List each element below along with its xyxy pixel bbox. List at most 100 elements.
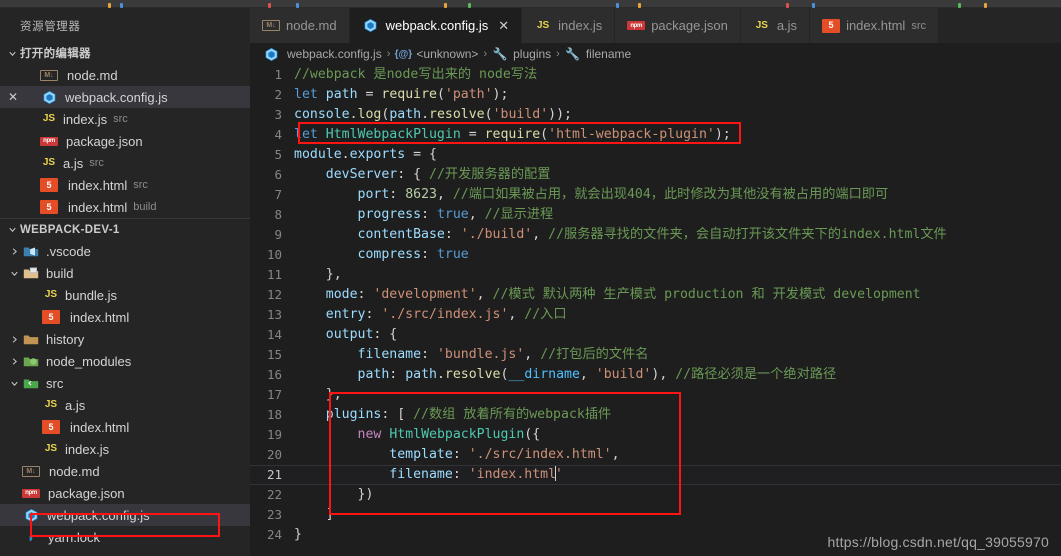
code-token: template (389, 447, 453, 462)
code-line[interactable]: 12 mode: 'development', //模式 默认两种 生产模式 p… (250, 285, 1061, 305)
code-token: )); (548, 107, 572, 122)
js-icon: JS (755, 19, 768, 31)
code-line[interactable]: 8 progress: true, //显示进程 (250, 205, 1061, 225)
js-icon: JS (42, 113, 56, 124)
tree-file[interactable]: M↓ node.md (0, 460, 250, 482)
code-editor[interactable]: 1 //webpack 是node写出来的 node写法 2 let path = r… (250, 65, 1061, 556)
folder-icon (22, 332, 40, 346)
code-line-text: let HtmlWebpackPlugin = require('html-we… (294, 125, 1061, 145)
code-token: 'bundle.js' (436, 347, 525, 362)
breadcrumb-item[interactable]: webpack.config.js (262, 46, 382, 62)
open-editor-item[interactable]: JS a.js src (0, 152, 250, 174)
editor-tab[interactable]: package.json (615, 8, 741, 43)
code-line[interactable]: 3 console.log(path.resolve('build')); (250, 105, 1061, 125)
code-token: log (357, 107, 382, 122)
tree-folder[interactable]: node_modules (0, 350, 250, 372)
open-editor-item[interactable]: 5 index.html src (0, 174, 250, 196)
code-line[interactable]: 4 let HtmlWebpackPlugin = require('html-w… (250, 125, 1061, 145)
open-editor-item[interactable]: 5 index.html build (0, 196, 250, 218)
open-editor-item[interactable]: ✕ webpack.config.js (0, 86, 250, 108)
tree-folder[interactable]: build (0, 262, 250, 284)
code-token: module (294, 147, 342, 162)
code-line[interactable]: 10 compress: true (250, 245, 1061, 265)
tree-folder[interactable]: history (0, 328, 250, 350)
explorer-title: 资源管理器 (20, 21, 81, 33)
code-token: progress (357, 207, 422, 222)
code-line[interactable]: 16 path: path.resolve(__dirname, 'build'… (250, 365, 1061, 385)
tree-file[interactable]: JS bundle.js (0, 284, 250, 306)
code-token: ( (484, 107, 493, 122)
code-token: . (421, 107, 430, 122)
editor-tab[interactable]: JS index.js (522, 8, 616, 43)
tree-item-label: node_modules (46, 353, 132, 369)
code-line[interactable]: 7 port: 8623, //端口如果被占用，就会出现404，此时修改为其他没… (250, 185, 1061, 205)
open-editor-item[interactable]: M↓ node.md (0, 64, 250, 86)
npm-icon (40, 136, 58, 146)
code-line[interactable]: 21 filename: 'index.html' (250, 465, 1061, 485)
open-editor-label: index.html (68, 199, 128, 215)
breadcrumb-item[interactable]: 🔧 filename (565, 46, 631, 62)
tree-file[interactable]: JS a.js (0, 394, 250, 416)
tree-file[interactable]: webpack.config.js (0, 504, 250, 526)
open-editor-label: webpack.config.js (65, 89, 168, 105)
tree-file[interactable]: JS index.js (0, 438, 250, 460)
chevron-right-icon (6, 353, 22, 369)
code-content[interactable]: 1 //webpack 是node写出来的 node写法 2 let path = r… (250, 65, 1061, 545)
code-line-text: }, (294, 265, 1061, 285)
code-line[interactable]: 11 }, (250, 265, 1061, 285)
breadcrumb-item[interactable]: {@} <unknown> (395, 46, 479, 62)
close-icon[interactable]: ✕ (4, 91, 22, 103)
code-line[interactable]: 5 module.exports = { (250, 145, 1061, 165)
code-line[interactable]: 18 plugins: [ //数组 放着所有的webpack插件 (250, 405, 1061, 425)
code-line[interactable]: 2 let path = require('path'); (250, 85, 1061, 105)
code-token: } (294, 527, 302, 542)
code-line[interactable]: 1 //webpack 是node写出来的 node写法 (250, 65, 1061, 85)
code-token: , (611, 447, 620, 462)
line-number: 7 (274, 187, 282, 202)
code-line[interactable]: 22 }) (250, 485, 1061, 505)
code-token: }, (294, 267, 342, 282)
code-line-text: mode: 'development', //模式 默认两种 生产模式 prod… (294, 285, 1061, 305)
editor-tab[interactable]: M↓ node.md (250, 8, 350, 43)
project-section-header[interactable]: WEBPACK-DEV-1 (0, 218, 250, 240)
breadcrumb-item[interactable]: 🔧 plugins (492, 46, 552, 62)
code-token: //端口如果被占用，就会出现404，此时修改为其他没有被占用的端口即可 (452, 187, 889, 202)
code-line[interactable]: 17 }, (250, 385, 1061, 405)
editor-tab[interactable]: 5 index.html src (810, 8, 939, 43)
tree-item-label: .vscode (46, 243, 91, 259)
editor-tab[interactable]: JS a.js (740, 8, 811, 43)
code-line[interactable]: 14 output: { (250, 325, 1061, 345)
line-number: 1 (274, 67, 282, 82)
tree-file[interactable]: 5 index.html (0, 306, 250, 328)
code-line[interactable]: 13 entry: './src/index.js', //入口 (250, 305, 1061, 325)
tree-file[interactable]: package.json (0, 482, 250, 504)
code-line[interactable]: 20 template: './src/index.html', (250, 445, 1061, 465)
code-line[interactable]: 6 devServer: { //开发服务器的配置 (250, 165, 1061, 185)
code-line[interactable]: 19 new HtmlWebpackPlugin({ (250, 425, 1061, 445)
folder-vscode-icon (22, 244, 40, 258)
tree-folder[interactable]: src (0, 372, 250, 394)
editor-tab[interactable]: webpack.config.js ✕ (349, 8, 523, 43)
open-editors-section-header[interactable]: 打开的编辑器 (0, 42, 250, 64)
close-icon[interactable]: ✕ (498, 19, 509, 32)
code-line-text: devServer: { //开发服务器的配置 (294, 165, 1061, 185)
tree-file[interactable]: ◗ yarn.lock (0, 526, 250, 548)
open-editor-path: src (113, 113, 128, 125)
line-number: 3 (274, 107, 282, 122)
webpack-icon (262, 46, 280, 62)
open-editor-item[interactable]: package.json (0, 130, 250, 152)
code-line[interactable]: 9 contentBase: './build', //服务器寻找的文件夹，会自… (250, 225, 1061, 245)
tab-label: webpack.config.js (385, 18, 489, 33)
code-line-text: compress: true (294, 245, 1061, 265)
code-token: : (421, 247, 437, 262)
code-line[interactable]: 23 ] (250, 505, 1061, 525)
tree-file[interactable]: 5 index.html (0, 416, 250, 438)
tree-folder[interactable]: .vscode (0, 240, 250, 262)
code-token: : { (397, 167, 429, 182)
code-line[interactable]: 15 filename: 'bundle.js', //打包后的文件名 (250, 345, 1061, 365)
open-editor-item[interactable]: JS index.js src (0, 108, 250, 130)
